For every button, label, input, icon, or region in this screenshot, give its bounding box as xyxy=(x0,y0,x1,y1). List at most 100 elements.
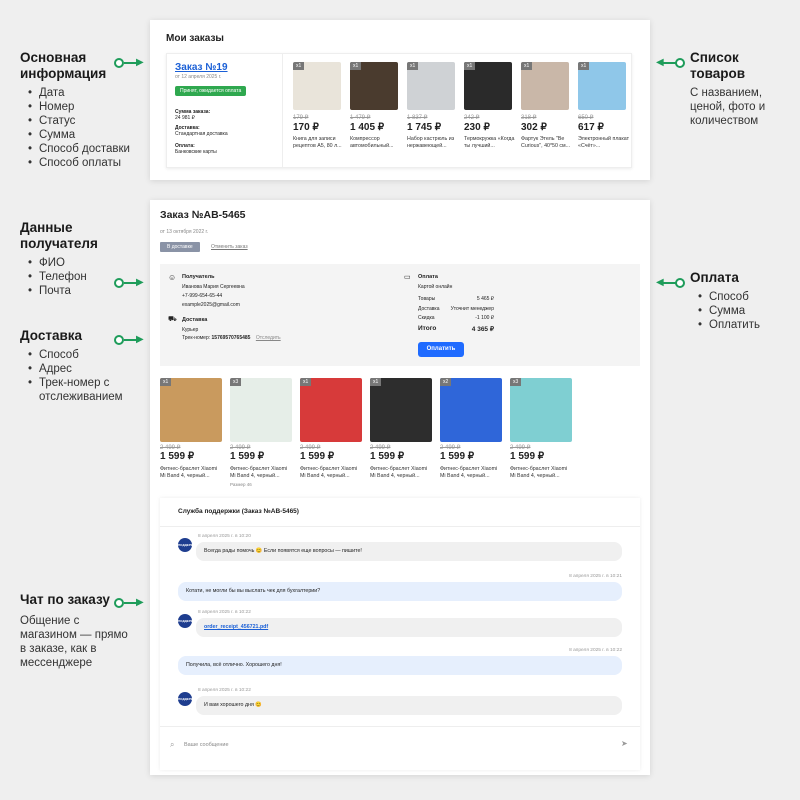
detail-item[interactable]: x1 2 499 ₽ 1 599 ₽ Фитнес-браслет Xiaomi… xyxy=(160,378,225,490)
annotation-item: Трек-номер с отслеживанием xyxy=(20,376,140,404)
order-item[interactable]: x1 650 ₽ 617 ₽ Электронный плакат «Счёт»… xyxy=(578,62,630,162)
product-name: Термокружка «Когда ты лучший... xyxy=(464,136,515,149)
old-price: 650 ₽ xyxy=(578,115,594,121)
attachment-link[interactable]: order_receipt_456721.pdf xyxy=(204,624,268,630)
payment-row-label: Товары xyxy=(418,296,436,302)
product-name: Фитнес-браслет Xiaomi Mi Band 4, черный.… xyxy=(160,466,218,479)
price: 1 599 ₽ xyxy=(440,451,475,462)
delivery-heading: Доставка xyxy=(182,317,208,323)
product-size: Размер 46 xyxy=(230,482,252,487)
status-badge: Принят, ожидается оплата xyxy=(175,86,247,96)
detail-item[interactable]: x1 2 499 ₽ 1 599 ₽ Фитнес-браслет Xiaomi… xyxy=(300,378,365,490)
chat-message: И вам хорошего дня 😊 xyxy=(196,696,622,715)
arrow-right-icon: ▶ xyxy=(114,58,144,68)
recipient-heading: Получатель xyxy=(182,274,215,280)
detail-item[interactable]: x2 2 499 ₽ 1 599 ₽ Фитнес-браслет Xiaomi… xyxy=(440,378,505,490)
track-label: Трек-номер: xyxy=(182,335,211,341)
old-price: 2 499 ₽ xyxy=(370,445,391,451)
detail-item[interactable]: x1 2 499 ₽ 1 599 ₽ Фитнес-браслет Xiaomi… xyxy=(370,378,435,490)
detail-item[interactable]: x3 2 499 ₽ 1 599 ₽ Фитнес-браслет Xiaomi… xyxy=(510,378,575,490)
order-item[interactable]: x1 318 ₽ 302 ₽ Фартук Этель "Be Curious"… xyxy=(521,62,573,162)
quantity-badge: x3 xyxy=(510,378,522,386)
order-link[interactable]: Заказ №19 xyxy=(175,62,228,73)
annotation-item: Способ xyxy=(20,348,140,362)
chat-panel: Служба поддержки (Заказ №АВ-5465) ПОДДЕР… xyxy=(160,498,640,770)
order-item[interactable]: x1 1 479 ₽ 1 405 ₽ Компрессор автомобиль… xyxy=(350,62,402,162)
price: 1 599 ₽ xyxy=(230,451,265,462)
message-text: Всегда рады помочь 😊 Если появятся еще в… xyxy=(204,548,362,554)
order-item[interactable]: x1 179 ₽ 170 ₽ Книга для записи рецептов… xyxy=(293,62,345,162)
product-name: Электронный плакат «Счёт»... xyxy=(578,136,630,149)
payment-row: Скидка -1 100 ₽ xyxy=(418,315,494,321)
payment-heading: Оплата xyxy=(418,274,438,280)
product-image: x2 xyxy=(440,378,502,442)
price: 1 599 ₽ xyxy=(300,451,335,462)
info-block: ☺ Получатель Иванова Мария Сергеевна +7-… xyxy=(160,264,640,366)
payment-value: Банковские карты xyxy=(175,149,217,155)
track-number: 15769570765485 xyxy=(211,335,251,341)
detail-item[interactable]: x3 2 499 ₽ 1 599 ₽ Фитнес-браслет Xiaomi… xyxy=(230,378,295,490)
annotation-text: С названием, ценой, фото и количеством xyxy=(690,87,766,127)
annotation-item: Способ оплаты xyxy=(20,156,130,170)
old-price: 179 ₽ xyxy=(293,115,309,121)
product-name: Фитнес-браслет Xiaomi Mi Band 4, черный.… xyxy=(300,466,358,479)
old-price: 2 499 ₽ xyxy=(440,445,461,451)
product-image: x3 xyxy=(510,378,572,442)
message-timestamp: 8 апреля 2025 г. в 10:22 xyxy=(198,688,251,693)
payment-row-value: -1 100 ₽ xyxy=(475,315,494,321)
order-detail-date: от 13 октября 2022 г. xyxy=(160,229,209,235)
message-text: И вам хорошего дня 😊 xyxy=(204,702,262,708)
product-name: Фитнес-браслет Xiaomi Mi Band 4, черный.… xyxy=(440,466,498,479)
support-avatar: ПОДДЕРЖКА xyxy=(178,614,197,628)
orders-title: Мои заказы xyxy=(166,33,224,44)
message-input[interactable]: Ваше сообщение xyxy=(184,742,229,748)
order-item[interactable]: x1 242 ₽ 230 ₽ Термокружка «Когда ты луч… xyxy=(464,62,516,162)
order-item[interactable]: x1 1 837 ₽ 1 745 ₽ Набор кастрюль из нер… xyxy=(407,62,459,162)
track-link[interactable]: Отследить xyxy=(256,335,281,341)
orders-panel: Мои заказы Заказ №19 от 12 апреля 2025 г… xyxy=(150,20,650,180)
message-timestamp: 8 апреля 2025 г. в 10:21 xyxy=(569,574,622,579)
support-avatar: ПОДДЕРЖКА xyxy=(178,538,197,552)
message-timestamp: 8 апреля 2025 г. в 10:20 xyxy=(198,534,251,539)
message-text: Получила, всё отлично. Хорошего дня! xyxy=(186,662,282,668)
recipient-name: Иванова Мария Сергеевна xyxy=(182,284,245,290)
product-image: x1 xyxy=(464,62,512,110)
payment-method: Картой онлайн xyxy=(418,284,453,290)
chat-title: Служба поддержки (Заказ №АВ-5465) xyxy=(178,508,299,515)
quantity-badge: x1 xyxy=(350,62,362,70)
order-detail-panel: Заказ №АВ-5465 от 13 октября 2022 г. В д… xyxy=(150,200,650,775)
send-icon[interactable]: ➤ xyxy=(621,739,628,748)
order-detail-title: Заказ №АВ-5465 xyxy=(160,209,246,221)
message-timestamp: 8 апреля 2025 г. в 10:22 xyxy=(198,610,251,615)
old-price: 318 ₽ xyxy=(521,115,537,121)
product-name: Компрессор автомобильный... xyxy=(350,136,394,149)
annotation-item: Сумма xyxy=(690,304,790,318)
quantity-badge: x1 xyxy=(578,62,590,70)
product-name: Книга для записи рецептов А5, 80 л... xyxy=(293,136,342,149)
delivery-value: Стандартная доставка xyxy=(175,131,228,137)
product-name: Фитнес-браслет Xiaomi Mi Band 4, черный.… xyxy=(230,466,288,479)
arrow-left-icon: ◀ xyxy=(656,278,686,288)
product-image: x1 xyxy=(293,62,341,110)
product-image: x1 xyxy=(521,62,569,110)
old-price: 2 499 ₽ xyxy=(160,445,181,451)
cancel-order-link[interactable]: Отменить заказ xyxy=(211,244,248,250)
annotation-item: Сумма xyxy=(20,128,130,142)
order-card: Заказ №19 от 12 апреля 2025 г. Принят, о… xyxy=(166,53,632,168)
message-text: Котати, не могли бы вы выслать чек для б… xyxy=(186,588,321,594)
message-timestamp: 8 апреля 2025 г. в 10:22 xyxy=(569,648,622,653)
status-button[interactable]: В доставке xyxy=(160,242,200,252)
annotation-payment: Оплата Способ Сумма Оплатить xyxy=(690,270,790,332)
old-price: 2 499 ₽ xyxy=(510,445,531,451)
annotation-item: Оплатить xyxy=(690,318,790,332)
old-price: 242 ₽ xyxy=(464,115,480,121)
paperclip-icon[interactable]: ⌕ xyxy=(170,740,174,750)
payment-row: Товары 5 465 ₽ xyxy=(418,296,494,302)
old-price: 2 499 ₽ xyxy=(300,445,321,451)
support-avatar: ПОДДЕРЖКА xyxy=(178,692,197,706)
product-image: x3 xyxy=(230,378,292,442)
product-image: x1 xyxy=(160,378,222,442)
pay-button[interactable]: Оплатить xyxy=(418,342,464,357)
quantity-badge: x1 xyxy=(407,62,419,70)
product-image: x1 xyxy=(370,378,432,442)
